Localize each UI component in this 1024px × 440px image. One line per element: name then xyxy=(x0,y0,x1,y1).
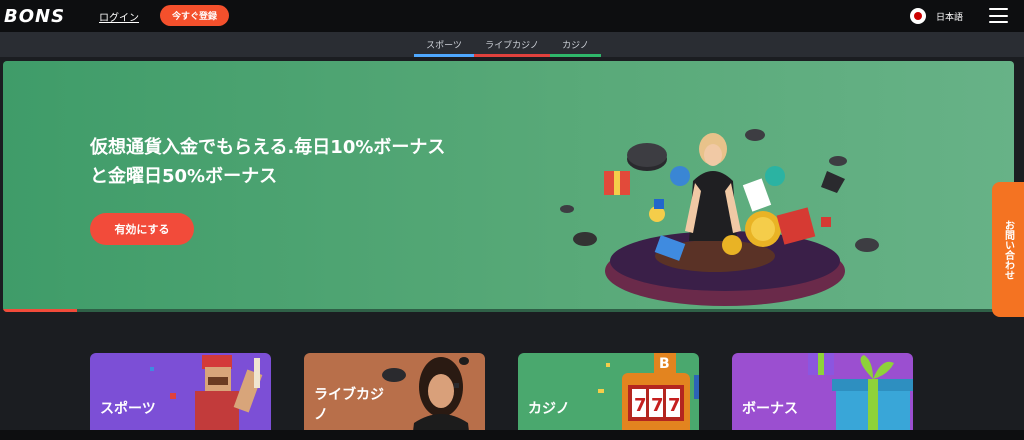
contact-us-tab[interactable]: お問い合わせ xyxy=(992,182,1024,317)
login-link[interactable]: ログイン xyxy=(99,9,139,24)
japan-flag-icon xyxy=(910,8,926,24)
svg-text:B: B xyxy=(659,356,670,372)
svg-text:7: 7 xyxy=(651,395,664,416)
svg-text:7: 7 xyxy=(634,395,647,416)
tab-label: カジノ xyxy=(562,41,589,51)
top-bar: BONS ログイン 今すぐ登録 日本語 xyxy=(0,0,1024,32)
register-button[interactable]: 今すぐ登録 xyxy=(160,5,229,26)
card-sports[interactable]: スポーツ xyxy=(90,353,271,440)
tab-live-casino[interactable]: ライブカジノ xyxy=(474,38,550,57)
banner-title-line2: と金曜日50%ボーナス xyxy=(90,166,278,187)
language-label: 日本語 xyxy=(936,12,964,23)
category-subnav: スポーツ ライブカジノ カジノ xyxy=(0,32,1024,57)
slot-machine-illustration: B 7 7 7 xyxy=(598,353,699,440)
tab-casino[interactable]: カジノ xyxy=(550,38,601,57)
category-cards: スポーツ ライブカジ ノ B 7 7 7 カジノ ボーナス xyxy=(0,353,1024,440)
tab-indicator xyxy=(474,54,550,57)
card-label: ライブカジ ノ xyxy=(314,387,384,423)
bottom-strip xyxy=(0,430,1024,440)
hamburger-menu-icon[interactable] xyxy=(989,8,1008,23)
slide-progress-bar xyxy=(3,309,1014,312)
card-bonus[interactable]: ボーナス xyxy=(732,353,913,440)
slide-progress-fill xyxy=(3,309,77,312)
tab-label: ライブカジノ xyxy=(485,41,539,51)
banner-title: 仮想通貨入金でもらえる.毎日10%ボーナス と金曜日50%ボーナス xyxy=(90,133,510,191)
card-label: カジノ xyxy=(528,401,570,417)
tab-indicator xyxy=(414,54,474,57)
tab-label: スポーツ xyxy=(426,41,462,51)
tab-indicator xyxy=(550,54,601,57)
card-live-casino[interactable]: ライブカジ ノ xyxy=(304,353,485,440)
gift-box-illustration xyxy=(808,353,913,440)
activate-button[interactable]: 有効にする xyxy=(90,213,194,245)
promo-banner[interactable]: 仮想通貨入金でもらえる.毎日10%ボーナス と金曜日50%ボーナス 有効にする xyxy=(3,61,1014,312)
banner-title-line1: 仮想通貨入金でもらえる.毎日10%ボーナス xyxy=(90,137,446,158)
svg-text:7: 7 xyxy=(668,395,681,416)
card-label: スポーツ xyxy=(100,401,156,417)
card-label: ボーナス xyxy=(742,401,798,417)
card-casino[interactable]: B 7 7 7 カジノ xyxy=(518,353,699,440)
language-selector[interactable]: 日本語 xyxy=(910,8,963,24)
contact-us-label: お問い合わせ xyxy=(1002,219,1014,280)
casino-dealer-illustration xyxy=(560,129,879,306)
pixel-athlete-illustration xyxy=(150,355,263,440)
tab-sports[interactable]: スポーツ xyxy=(414,38,474,57)
brand-logo[interactable]: BONS xyxy=(4,6,65,27)
